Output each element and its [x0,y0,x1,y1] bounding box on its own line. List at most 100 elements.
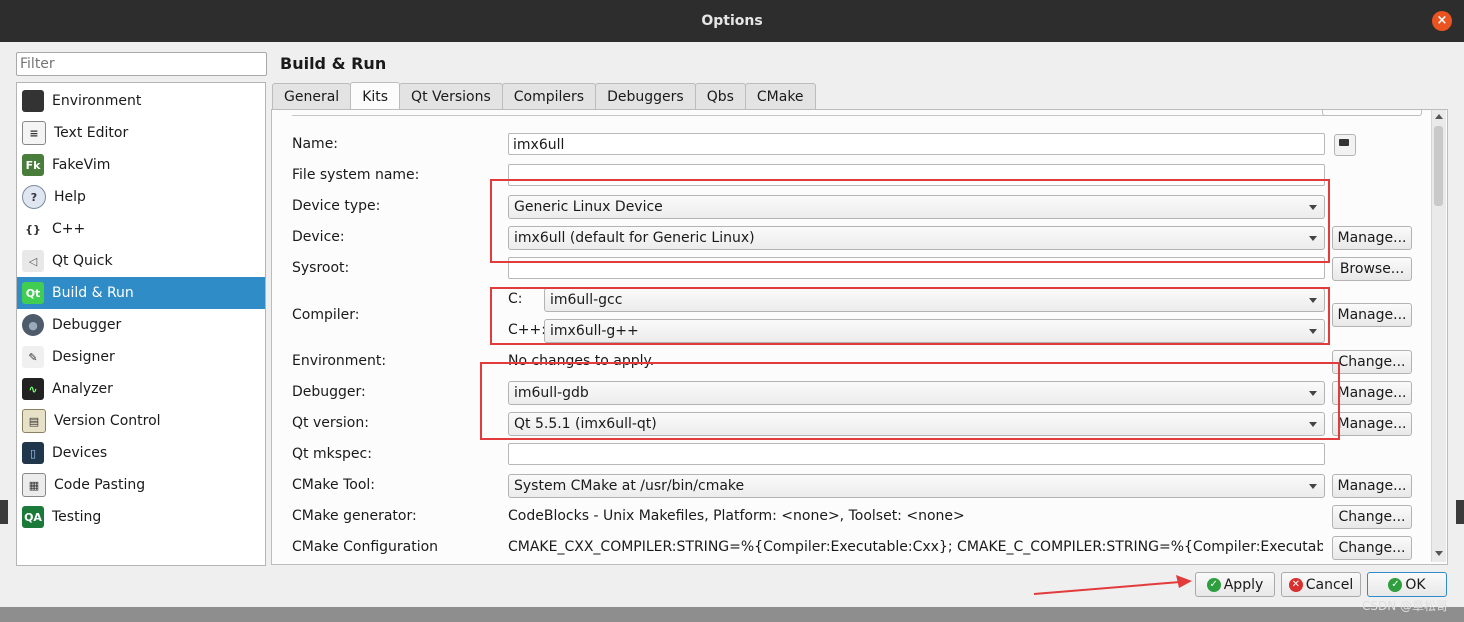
sidebar-item-testing[interactable]: QA Testing [17,501,265,533]
sidebar-item-label: Environment [52,93,142,109]
qt-quick-icon: ◁ [22,250,44,272]
vertical-scrollbar[interactable] [1431,110,1446,562]
analyzer-icon: ∿ [22,378,44,400]
title-bar: Options × [0,0,1464,42]
sidebar-item-text-editor[interactable]: ≡ Text Editor [17,117,265,149]
qt-mkspec-input[interactable] [508,443,1325,465]
sidebar-item-label: Testing [52,509,102,525]
scroll-down-icon[interactable] [1435,551,1443,556]
scroll-thumb[interactable] [1434,126,1443,206]
cmake-generator-change-button[interactable]: Change... [1332,505,1412,529]
tab-kits[interactable]: Kits [350,82,401,111]
cmake-tool-label: CMake Tool: [292,477,376,493]
code-pasting-icon: ▦ [22,473,46,497]
annotation-box-compiler [490,287,1330,345]
sidebar-item-help[interactable]: ? Help [17,181,265,213]
cancel-icon: ✕ [1288,577,1303,592]
debugger-icon: ● [22,314,44,336]
sidebar-item-designer[interactable]: ✎ Designer [17,341,265,373]
cpp-icon: {} [22,218,44,240]
clipped-button [1322,110,1422,116]
sidebar: Environment ≡ Text Editor Fk FakeVim ? Help {} C… [16,82,266,566]
clipped-row [292,110,1326,116]
sidebar-item-label: Help [54,189,86,205]
sidebar-item-environment[interactable]: Environment [17,85,265,117]
fakevim-icon: Fk [22,154,44,176]
check-icon: ✓ [1388,577,1403,592]
apply-button[interactable]: ✓ Apply [1195,572,1275,597]
qt-mkspec-label: Qt mkspec: [292,446,372,462]
cancel-button[interactable]: ✕ Cancel [1281,572,1361,597]
sysroot-label: Sysroot: [292,260,350,276]
sidebar-item-label: Qt Quick [52,253,113,269]
cmake-generator-label: CMake generator: [292,508,417,524]
kit-icon-button[interactable] [1334,134,1356,156]
sidebar-item-build-run[interactable]: Qt Build & Run [17,277,265,309]
sidebar-item-label: Designer [52,349,115,365]
annotation-arrow-icon [1033,575,1192,595]
devices-icon: ▯ [22,442,44,464]
sidebar-item-label: C++ [52,221,86,237]
tab-debuggers[interactable]: Debuggers [595,83,696,110]
annotation-box-device [490,179,1330,263]
cmake-config-value: CMAKE_CXX_COMPILER:STRING=%{Compiler:Exe… [508,539,1323,555]
cmake-tool-select[interactable]: System CMake at /usr/bin/cmake [508,474,1325,498]
environment-change-button[interactable]: Change... [1332,350,1412,374]
device-type-label: Device type: [292,198,381,214]
options-window: Options × Environment ≡ Text Editor Fk FakeV… [0,0,1464,607]
chevron-down-icon [1309,484,1317,489]
apply-label: Apply [1223,576,1264,593]
annotation-box-debugger-qt [480,362,1340,440]
device-manage-button[interactable]: Manage... [1332,226,1412,250]
sidebar-item-debugger[interactable]: ● Debugger [17,309,265,341]
scroll-up-icon[interactable] [1435,114,1443,119]
sidebar-item-label: Debugger [52,317,122,333]
close-icon[interactable]: × [1432,11,1452,31]
name-input[interactable]: imx6ull [508,133,1325,155]
page-title: Build & Run [280,54,387,73]
sidebar-item-label: Build & Run [52,285,134,301]
sidebar-item-version-control[interactable]: ▤ Version Control [17,405,265,437]
testing-icon: QA [22,506,44,528]
cmake-config-label: CMake Configuration [292,539,439,555]
ok-button[interactable]: ✓ OK [1367,572,1447,597]
background-window-edge [1456,500,1464,524]
sidebar-item-c[interactable]: {} C++ [17,213,265,245]
cmake-tool-manage-button[interactable]: Manage... [1332,474,1412,498]
watermark: CSDN @章松哥 [1361,599,1448,613]
sidebar-item-label: FakeVim [52,157,111,173]
sysroot-browse-button[interactable]: Browse... [1332,257,1412,281]
check-icon: ✓ [1206,577,1221,592]
sidebar-item-label: Analyzer [52,381,113,397]
monitor-icon [1339,139,1349,146]
cmake-generator-value: CodeBlocks - Unix Makefiles, Platform: <… [508,508,965,524]
window-title: Options [701,13,763,29]
fs-name-label: File system name: [292,167,420,183]
sidebar-item-fakevim[interactable]: Fk FakeVim [17,149,265,181]
tab-compilers[interactable]: Compilers [501,83,597,110]
qt-version-label: Qt version: [292,415,369,431]
cancel-label: Cancel [1305,576,1354,593]
tab-general[interactable]: General [272,83,352,110]
tab-bar: General Kits Qt Versions Compilers Debuggers… [272,82,816,111]
sidebar-item-label: Text Editor [54,125,129,141]
sidebar-item-devices[interactable]: ▯ Devices [17,437,265,469]
background-window-edge [0,500,8,524]
environment-label: Environment: [292,353,387,369]
text-editor-icon: ≡ [22,121,46,145]
sidebar-item-label: Code Pasting [54,477,146,493]
tab-qt-versions[interactable]: Qt Versions [399,83,503,110]
debugger-manage-button[interactable]: Manage... [1332,381,1412,405]
sidebar-item-code-pasting[interactable]: ▦ Code Pasting [17,469,265,501]
sidebar-item-label: Devices [52,445,108,461]
sidebar-item-analyzer[interactable]: ∿ Analyzer [17,373,265,405]
sidebar-item-qt-quick[interactable]: ◁ Qt Quick [17,245,265,277]
cmake-config-change-button[interactable]: Change... [1332,536,1412,560]
compiler-label: Compiler: [292,307,360,323]
tab-cmake[interactable]: CMake [744,83,816,110]
cmake-tool-value: System CMake at /usr/bin/cmake [514,478,745,494]
compiler-manage-button[interactable]: Manage... [1332,303,1412,327]
qt-version-manage-button[interactable]: Manage... [1332,412,1412,436]
tab-qbs[interactable]: Qbs [694,83,746,110]
filter-input[interactable] [16,52,267,76]
